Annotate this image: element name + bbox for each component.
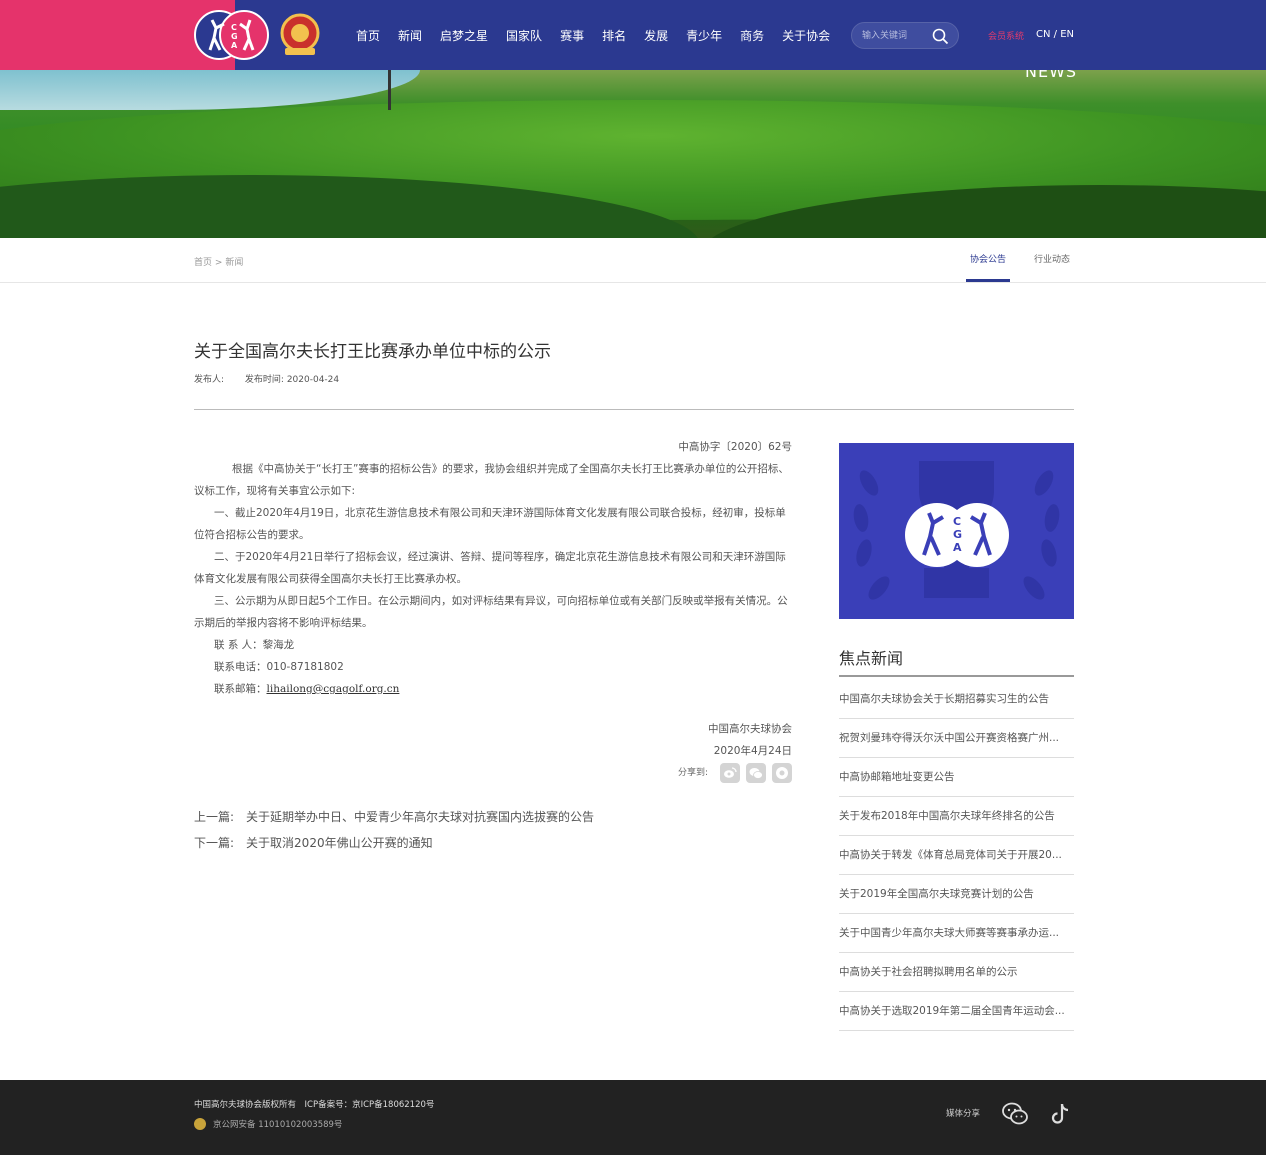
nav-rankings[interactable]: 排名	[602, 27, 626, 44]
breadcrumb-separator: >	[214, 258, 223, 268]
focus-news-list: 中国高尔夫球协会关于长期招募实习生的公告 祝贺刘曼玮夺得沃尔沃中国公开赛资格赛广…	[839, 680, 1074, 1031]
tab-industry-news[interactable]: 行业动态	[1030, 238, 1074, 282]
focus-news-item[interactable]: 中高协邮箱地址变更公告	[839, 758, 1074, 797]
article-paragraph: 二、于2020年4月21日举行了招标会议，经过演讲、答辩、提问等程序，确定北京花…	[194, 551, 786, 585]
prev-article-title[interactable]: 关于延期举办中日、中爱青少年高尔夫球对抗赛国内选拔赛的公告	[246, 810, 594, 824]
article-paragraph: 根据《中高协关于“长打王”赛事的招标公告》的要求，我协会组织并完成了全国高尔夫长…	[194, 463, 789, 497]
focus-news-item[interactable]: 中高协关于选取2019年第二届全国青年运动会...	[839, 992, 1074, 1031]
member-system-link[interactable]: 会员系统	[988, 29, 1024, 42]
next-article-title[interactable]: 关于取消2020年佛山公开赛的通知	[246, 836, 433, 850]
emblem-icon[interactable]	[277, 13, 323, 57]
wechat-share-icon[interactable]	[746, 763, 766, 783]
nav-national-team[interactable]: 国家队	[506, 27, 542, 44]
article-paragraph: 三、公示期为从即日起5个工作日。在公示期间内，如对评标结果有异议，可向招标单位或…	[194, 595, 788, 629]
sidebar-divider	[839, 675, 1074, 677]
contact-email-label: 联系邮箱：	[214, 683, 267, 695]
article-body: 中高协字〔2020〕62号 根据《中高协关于“长打王”赛事的招标公告》的要求，我…	[194, 436, 792, 784]
language-switch[interactable]: CN / EN	[1036, 29, 1074, 40]
footer-share-label: 媒体分享	[946, 1109, 981, 1119]
svg-text:C: C	[231, 23, 237, 32]
focus-news-item[interactable]: 关于2019年全国高尔夫球竞赛计划的公告	[839, 875, 1074, 914]
article-date: 发布时间: 2020-04-24	[244, 375, 340, 385]
prev-article[interactable]: 上一篇: 关于延期举办中日、中爱青少年高尔夫球对抗赛国内选拔赛的公告	[194, 804, 594, 830]
focus-news-item[interactable]: 中高协关于转发《体育总局竞体司关于开展20...	[839, 836, 1074, 875]
search-input[interactable]	[862, 27, 932, 45]
focus-news-item[interactable]: 中国高尔夫球协会关于长期招募实习生的公告	[839, 680, 1074, 719]
breadcrumb-current[interactable]: 新闻	[225, 258, 243, 268]
share-label: 分享到:	[677, 768, 708, 778]
footer-copyright: 中国高尔夫球协会版权所有 ICP备案号：京ICP备18062120号	[194, 1100, 435, 1110]
flag-pole	[388, 70, 391, 110]
logo-group[interactable]: C G A	[194, 10, 334, 60]
svg-text:G: G	[953, 528, 962, 541]
prev-next-nav: 上一篇: 关于延期举办中日、中爱青少年高尔夫球对抗赛国内选拔赛的公告 下一篇: 关于…	[194, 804, 594, 856]
nav-business[interactable]: 商务	[740, 27, 764, 44]
next-article[interactable]: 下一篇: 关于取消2020年佛山公开赛的通知	[194, 830, 594, 856]
main-nav: 首页 新闻 启梦之星 国家队 赛事 排名 发展 青少年 商务 关于协会	[356, 0, 848, 70]
footer-police-record[interactable]: 京公网安备 11010102003589号	[194, 1118, 342, 1130]
news-tabs: 协会公告 行业动态	[946, 238, 1074, 282]
article-meta: 发布人: 发布时间: 2020-04-24	[194, 372, 357, 385]
site-footer: 中国高尔夫球协会版权所有 ICP备案号：京ICP备18062120号 京公网安备…	[0, 1080, 1266, 1155]
article-author: 发布人:	[194, 375, 225, 385]
nav-youth[interactable]: 青少年	[686, 27, 722, 44]
nav-events[interactable]: 赛事	[560, 27, 584, 44]
svg-text:A: A	[953, 541, 962, 554]
police-record-text: 京公网安备 11010102003589号	[213, 1120, 343, 1130]
wechat-icon[interactable]	[1001, 1100, 1029, 1128]
nav-home[interactable]: 首页	[356, 27, 380, 44]
next-label: 下一篇:	[194, 836, 235, 850]
article-paragraph: 一、截止2020年4月19日，北京花生游信息技术有限公司和天津环游国际体育文化发…	[194, 507, 786, 541]
nav-qimeng-star[interactable]: 启梦之星	[440, 27, 488, 44]
site-header: C G A 首页 新闻 启梦之星 国家队 赛事 排名 发展 青少年 商务 关于协…	[0, 0, 1266, 70]
weibo-share-icon[interactable]	[720, 763, 740, 783]
douyin-icon[interactable]	[1047, 1100, 1075, 1128]
search-icon[interactable]	[932, 28, 949, 45]
tab-association-notices[interactable]: 协会公告	[965, 238, 1010, 282]
document-number: 中高协字〔2020〕62号	[678, 441, 792, 453]
moments-share-icon[interactable]	[772, 763, 792, 783]
svg-text:G: G	[231, 32, 238, 41]
article-divider	[194, 409, 1074, 410]
signature-date: 2020年4月24日	[713, 745, 792, 757]
nav-development[interactable]: 发展	[644, 27, 668, 44]
focus-news-item[interactable]: 关于中国青少年高尔夫球大师赛等赛事承办运...	[839, 914, 1074, 953]
signature-org: 中国高尔夫球协会	[708, 723, 792, 735]
contact-email-link[interactable]: lihailong@cgagolf.org.cn	[267, 683, 400, 695]
article-title: 关于全国高尔夫长打王比赛承办单位中标的公示	[194, 342, 551, 362]
share-bar: 分享到:	[194, 762, 792, 784]
contact-email-line: 联系邮箱：lihailong@cgagolf.org.cn	[194, 678, 792, 700]
svg-text:A: A	[231, 41, 238, 50]
hero-banner: NEWS	[0, 70, 1266, 238]
prev-label: 上一篇:	[194, 810, 235, 824]
contact-phone: 联系电话：010-87181802	[214, 661, 344, 673]
sidebar-feature-image[interactable]: C G A	[839, 443, 1074, 619]
focus-news-item[interactable]: 中高协关于社会招聘拟聘用名单的公示	[839, 953, 1074, 992]
breadcrumb-home[interactable]: 首页	[194, 258, 212, 268]
cga-logo-icon[interactable]: C G A	[194, 10, 269, 60]
police-badge-icon	[194, 1118, 206, 1130]
trophy-cga-illustration-icon: C G A	[839, 443, 1074, 619]
nav-news[interactable]: 新闻	[398, 27, 422, 44]
banner-label: NEWS	[1025, 70, 1078, 81]
svg-text:C: C	[953, 515, 961, 528]
breadcrumb: 首页 > 新闻	[194, 255, 243, 268]
focus-news-item[interactable]: 关于发布2018年中国高尔夫球年终排名的公告	[839, 797, 1074, 836]
sub-navigation: 首页 > 新闻 协会公告 行业动态	[0, 238, 1266, 283]
contact-person: 联 系 人：黎海龙	[214, 639, 295, 651]
nav-about[interactable]: 关于协会	[782, 27, 830, 44]
search-box	[851, 22, 959, 49]
focus-news-item[interactable]: 祝贺刘曼玮夺得沃尔沃中国公开赛资格赛广州...	[839, 719, 1074, 758]
sidebar-title: 焦点新闻	[839, 649, 904, 668]
